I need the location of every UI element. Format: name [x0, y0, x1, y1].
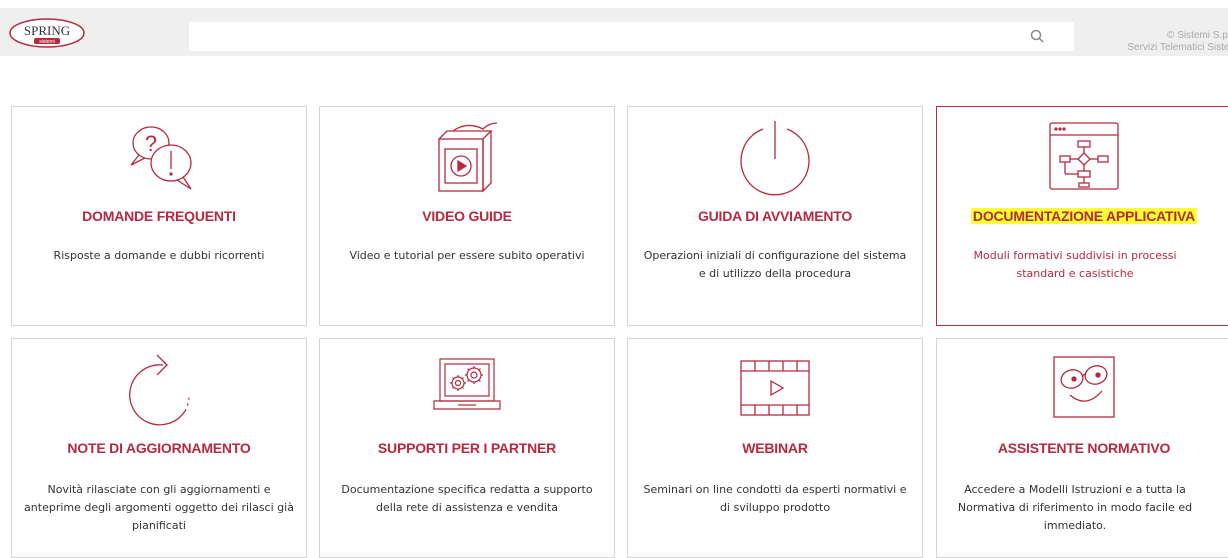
card-title: ASSISTENTE NORMATIVO	[997, 440, 1171, 456]
card-domande-frequenti[interactable]: ? DOMANDE FREQUENTI Risposte a domande e…	[11, 106, 307, 326]
card-documentazione-applicativa[interactable]: DOCUMENTAZIONE APPLICATIVA Moduli format…	[936, 106, 1228, 326]
card-video-guide[interactable]: VIDEO GUIDE Video e tutorial per essere …	[319, 106, 615, 326]
card-webinar[interactable]: WEBINAR Seminari on line condotti da esp…	[627, 338, 923, 558]
card-title: VIDEO GUIDE	[422, 208, 512, 224]
card-title: WEBINAR	[742, 440, 808, 456]
spring-logo[interactable]: SPRING sistemi	[9, 18, 85, 48]
card-description: Accedere a Modelli Istruzioni e a tutta …	[957, 483, 1193, 532]
card-title: DOCUMENTAZIONE APPLICATIVA	[970, 208, 1198, 224]
card-title: GUIDA DI AVVIAMENTO	[697, 208, 853, 224]
card-supporti-per-i-partner[interactable]: SUPPORTI PER I PARTNER Documentazione sp…	[319, 338, 615, 558]
card-description: Risposte a domande e dubbi ricorrenti	[53, 249, 265, 262]
card-description: Documentazione specifica redatta a suppo…	[341, 483, 593, 514]
card-title: DOMANDE FREQUENTI	[82, 208, 236, 224]
card-description: Novità rilasciate con gli aggiornamenti …	[24, 483, 294, 532]
question-exclamation-bubbles-icon: ?	[130, 126, 192, 190]
video-book-icon	[438, 122, 498, 193]
glasses-smile-icon	[1053, 356, 1115, 418]
card-description: Video e tutorial per essere subito opera…	[349, 249, 585, 262]
copyright-line1: © Sistemi S.p.A.	[1167, 30, 1228, 41]
card-title: SUPPORTI PER I PARTNER	[377, 440, 557, 456]
card-description: Seminari on line condotti da esperti nor…	[643, 483, 907, 514]
card-title: NOTE DI AGGIORNAMENTO	[67, 440, 251, 456]
refresh-arrow-icon	[129, 354, 190, 426]
logo-text: SPRING	[24, 23, 70, 38]
card-guida-di-avviamento[interactable]: GUIDA DI AVVIAMENTO Operazioni iniziali …	[627, 106, 923, 326]
laptop-gears-icon	[433, 358, 501, 410]
logo-sub: sistemi	[39, 39, 55, 45]
flowchart-window-icon	[1049, 122, 1119, 190]
film-play-icon	[740, 360, 810, 416]
search-icon[interactable]	[1030, 29, 1044, 43]
power-icon	[740, 121, 810, 196]
card-note-di-aggiornamento[interactable]: NOTE DI AGGIORNAMENTO Novità rilasciate …	[11, 338, 307, 558]
copyright-line2: Servizi Telematici Sistemi	[1127, 42, 1228, 53]
copyright: © Sistemi S.p.A. Servizi Telematici Sist…	[1110, 30, 1228, 54]
card-description: Moduli formativi suddivisi in processi s…	[973, 249, 1177, 280]
card-assistente-normativo[interactable]: ASSISTENTE NORMATIVO Accedere a Modelli …	[936, 338, 1228, 558]
card-description: Operazioni iniziali di configurazione de…	[643, 249, 907, 280]
search-input[interactable]	[189, 22, 1074, 51]
